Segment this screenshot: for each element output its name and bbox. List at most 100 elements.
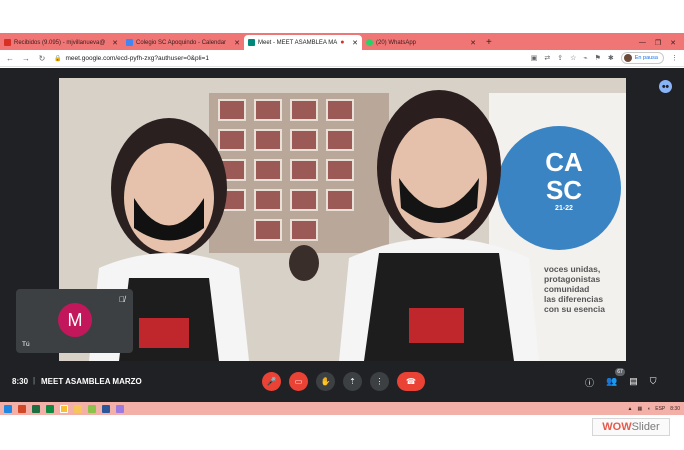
meet-controls-bar: 8:30 | MEET ASAMBLEA MARZO 🎤 ▭ ✋ ⇡ ⋮ ☎ 6… [0, 368, 684, 398]
meeting-name: MEET ASAMBLEA MARZO [41, 377, 142, 386]
window-controls: — ❐ ✕ [639, 35, 684, 50]
excel-icon-2[interactable] [46, 404, 54, 413]
bookmark-star-icon[interactable]: ☆ [570, 54, 576, 62]
close-tab-icon[interactable]: ✕ [112, 39, 118, 47]
extension-icons: ▣ ⇄ ⇪ ☆ ⌁ ⚑ ✱ En pausa ⋮ [531, 52, 678, 64]
back-icon[interactable]: ← [6, 54, 14, 63]
calendar-icon [126, 39, 133, 46]
meet-icon [248, 39, 255, 46]
camera-toggle-button[interactable]: ▭ [289, 372, 308, 391]
profile-button[interactable]: En pausa [620, 52, 664, 64]
profile-avatar [623, 54, 632, 62]
excel-icon[interactable] [32, 404, 40, 413]
people-icon[interactable]: 👥 [606, 376, 617, 389]
banner-line: comunidad [544, 284, 590, 294]
raise-hand-button[interactable]: ✋ [316, 372, 335, 391]
mic-off-icon: 🎤 [266, 377, 277, 386]
windows-taskbar: ▲ ▦ ◖ ESP 8:30 [0, 402, 684, 415]
url-text: meet.google.com/ecd-pyfh-zxg?authuser=0&… [65, 54, 209, 62]
restore-icon[interactable]: ❐ [655, 39, 661, 47]
tab-calendar[interactable]: Colegio SC Apoquindo - Calendar ✕ [122, 35, 244, 50]
top-margin [0, 0, 684, 33]
puzzle-icon[interactable]: ✱ [608, 54, 614, 62]
url-field[interactable]: 🔒 meet.google.com/ecd-pyfh-zxg?authuser=… [54, 55, 523, 62]
present-icon: ⇡ [349, 377, 356, 386]
tab-whatsapp[interactable]: (20) WhatsApp ✕ [362, 35, 480, 50]
chat-icon[interactable]: ▤ [629, 376, 638, 389]
tray-up-icon[interactable]: ▲ [628, 406, 633, 412]
present-button[interactable]: ⇡ [343, 372, 362, 391]
close-tab-icon[interactable]: ✕ [352, 39, 358, 47]
avatar: M [58, 303, 92, 337]
tab-label: Recibidos (9.095) - mjvillanueva@ [14, 39, 106, 46]
taskbar-clock[interactable]: 8:30 [670, 406, 680, 412]
screenshot-frame: Recibidos (9.095) - mjvillanueva@ ✕ Cole… [0, 0, 684, 450]
tab-label: (20) WhatsApp [376, 39, 417, 46]
info-icon[interactable]: ⓘ [585, 376, 594, 389]
hangup-button[interactable]: ☎ [397, 372, 425, 391]
mic-toggle-button[interactable]: 🎤 [262, 372, 281, 391]
logo-year: 21-22 [555, 205, 573, 212]
hangup-icon: ☎ [406, 377, 416, 386]
folder-icon[interactable] [74, 404, 82, 413]
address-bar: ← → ↻ 🔒 meet.google.com/ecd-pyfh-zxg?aut… [0, 50, 684, 67]
active-speaker-indicator-icon: ⦁⦁ [659, 80, 672, 93]
powerpoint-icon[interactable] [18, 404, 26, 413]
tab-gmail[interactable]: Recibidos (9.095) - mjvillanueva@ ✕ [0, 35, 122, 50]
close-tab-icon[interactable]: ✕ [234, 39, 240, 47]
raise-hand-icon: ✋ [320, 377, 331, 386]
close-tab-icon[interactable]: ✕ [470, 39, 476, 47]
network-icon[interactable]: ▦ [637, 406, 642, 412]
lang-indicator[interactable]: ESP [655, 406, 665, 412]
new-tab-button[interactable]: + [486, 35, 492, 50]
tab-label: Meet - MEET ASAMBLEA MA [258, 39, 338, 46]
more-options-button[interactable]: ⋮ [370, 372, 389, 391]
app-icon-2[interactable] [116, 404, 124, 413]
close-window-icon[interactable]: ✕ [670, 39, 676, 47]
camera-off-icon: ▭ [294, 377, 303, 386]
browser-tab-strip: Recibidos (9.095) - mjvillanueva@ ✕ Cole… [0, 33, 684, 50]
chrome-icon[interactable] [60, 404, 68, 413]
start-icon[interactable] [4, 404, 12, 413]
flag-icon[interactable]: ⚑ [595, 54, 601, 62]
mic-off-icon: 🎙̸ [119, 295, 125, 304]
participants-count-badge: 67 [615, 368, 625, 376]
watermark-wow: WOW [602, 421, 632, 433]
menu-kebab-icon[interactable]: ⋮ [671, 54, 678, 62]
minimize-icon[interactable]: — [639, 39, 646, 46]
system-tray: ▲ ▦ ◖ ESP 8:30 [628, 406, 680, 412]
banner-logo: CA SC 21-22 [504, 148, 624, 213]
gmail-icon [4, 39, 11, 46]
whatsapp-icon [366, 39, 373, 46]
extension-icon[interactable]: ⌁ [583, 54, 587, 62]
forward-icon[interactable]: → [22, 54, 30, 63]
word-icon[interactable] [102, 404, 110, 413]
side-controls: ⓘ 👥 ▤ ⛉ [585, 376, 657, 389]
call-controls: 🎤 ▭ ✋ ⇡ ⋮ ☎ [262, 372, 425, 391]
self-name: Tú [22, 341, 30, 348]
profile-status: En pausa [634, 55, 658, 61]
reload-icon[interactable]: ↻ [38, 54, 46, 63]
lock-icon: 🔒 [54, 55, 62, 62]
camera-permission-icon[interactable]: ▣ [531, 54, 538, 62]
logo-top: CA [545, 147, 583, 177]
tab-label: Colegio SC Apoquindo - Calendar [136, 39, 227, 46]
watermark-slider: Slider [631, 421, 660, 433]
video-frame-illustration [59, 78, 626, 361]
wowslider-watermark: WOW Slider [592, 418, 670, 436]
banner-line: con su esencia [544, 304, 605, 314]
banner-text: voces unidas, protagonistas comunidad la… [544, 264, 626, 314]
banner-line: protagonistas [544, 274, 601, 284]
meet-stage: CA SC 21-22 voces unidas, protagonistas … [0, 68, 684, 402]
divider: | [33, 376, 36, 385]
tab-meet[interactable]: Meet - MEET ASAMBLEA MA ● ✕ [244, 35, 362, 50]
volume-icon[interactable]: ◖ [647, 406, 650, 412]
more-icon: ⋮ [375, 377, 384, 386]
activities-icon[interactable]: ⛉ [650, 376, 657, 389]
share-icon[interactable]: ⇪ [557, 54, 563, 62]
translate-icon[interactable]: ⇄ [544, 54, 550, 62]
app-icon[interactable] [88, 404, 96, 413]
logo-bottom: SC [545, 175, 583, 205]
self-view-tile[interactable]: M 🎙̸ Tú [16, 289, 133, 353]
participant-video[interactable]: CA SC 21-22 voces unidas, protagonistas … [59, 78, 626, 361]
